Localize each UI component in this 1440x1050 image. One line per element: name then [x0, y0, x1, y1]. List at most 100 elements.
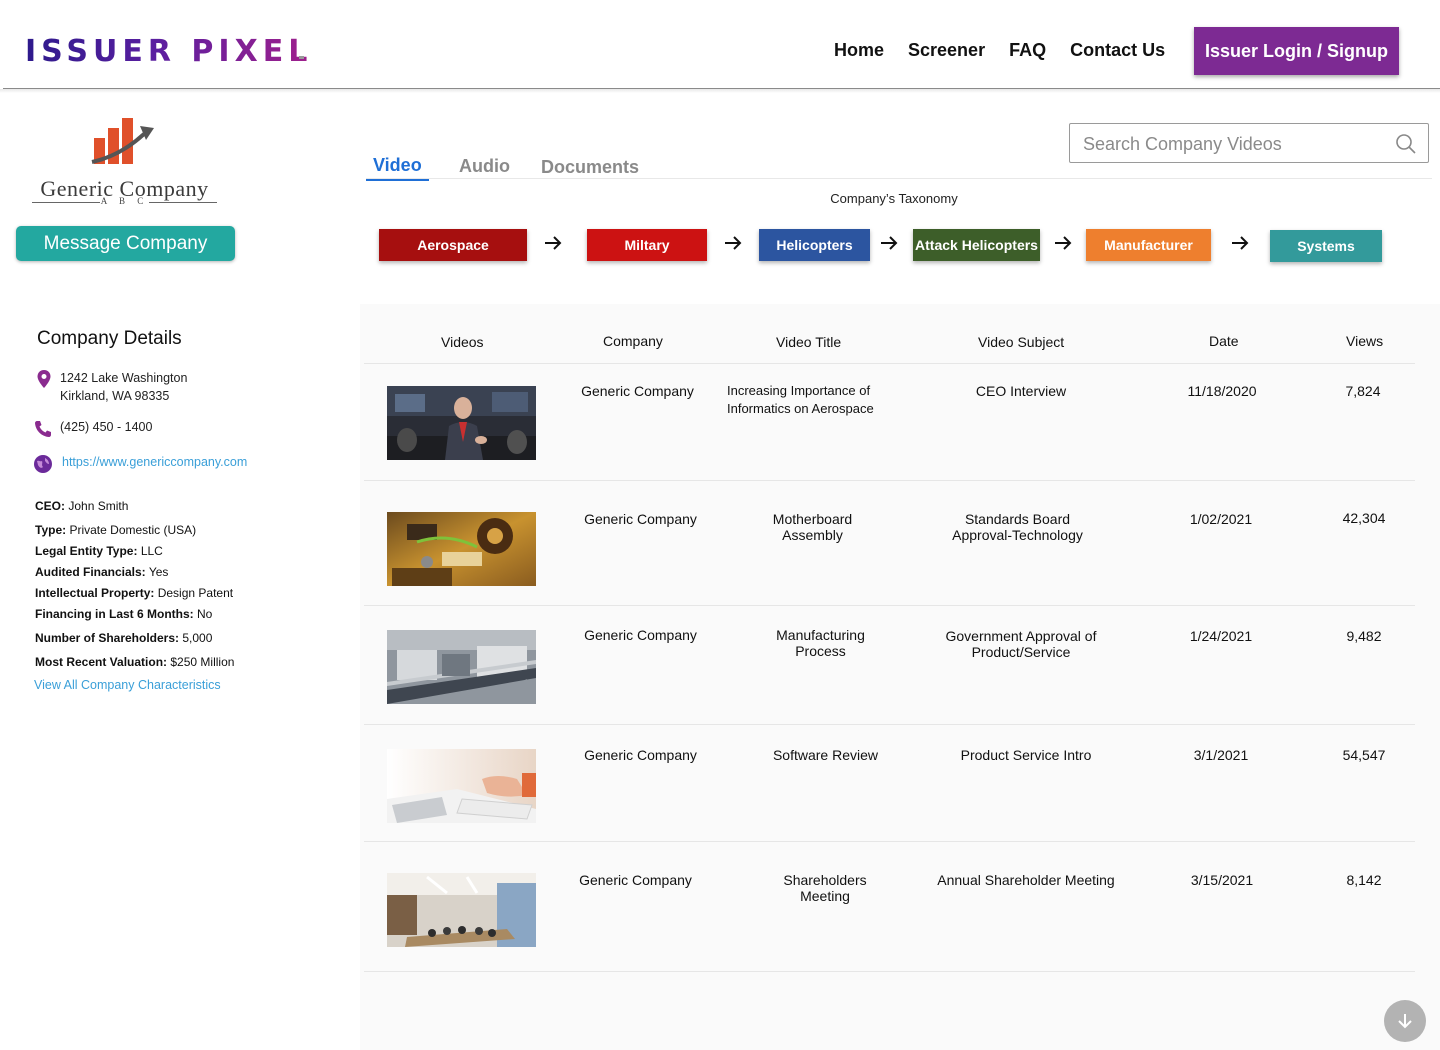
- videos-table: Videos Company Video Title Video Subject…: [360, 304, 1440, 1050]
- taxonomy-systems[interactable]: Systems: [1270, 230, 1382, 262]
- detail-key: Type:: [35, 523, 67, 537]
- detail-audited: Audited Financials: Yes: [35, 565, 168, 579]
- row-company: Generic Company: [579, 872, 692, 888]
- issuer-login-button[interactable]: Issuer Login / Signup: [1194, 27, 1399, 75]
- taxonomy-aerospace[interactable]: Aerospace: [379, 229, 527, 261]
- row-title[interactable]: Motherboard Assembly: [750, 511, 875, 543]
- row-divider: [364, 971, 1415, 972]
- detail-ceo: CEO: John Smith: [35, 499, 128, 513]
- row-company: Generic Company: [581, 383, 694, 399]
- taxonomy-military[interactable]: Miltary: [587, 229, 707, 261]
- col-header-title: Video Title: [776, 334, 842, 350]
- row-title[interactable]: Increasing Importance of Informatics on …: [727, 382, 897, 418]
- detail-value: Private Domestic (USA): [69, 523, 197, 537]
- arrow-right-icon: [881, 236, 898, 250]
- search-box: [1069, 123, 1429, 163]
- row-title[interactable]: Manufacturing Process: [758, 627, 883, 659]
- row-divider: [364, 841, 1415, 842]
- row-subject: CEO Interview: [975, 383, 1067, 399]
- company-details-title: Company Details: [37, 328, 182, 349]
- tabs-divider: [366, 178, 1432, 179]
- row-company: Generic Company: [584, 747, 697, 763]
- header-divider: [364, 363, 1415, 364]
- detail-value: John Smith: [68, 499, 129, 513]
- detail-key: Audited Financials:: [35, 565, 146, 579]
- row-views: 8,142: [1346, 872, 1382, 888]
- address-line2: Kirkland, WA 98335: [60, 389, 170, 403]
- search-input[interactable]: [1083, 132, 1383, 156]
- detail-ip: Intellectual Property: Design Patent: [35, 586, 233, 600]
- page: ISSUER PIXEL Home Screener FAQ Contact U…: [0, 0, 1440, 1050]
- nav-contact-link[interactable]: Contact Us: [1070, 40, 1165, 61]
- detail-key: Financing in Last 6 Months:: [35, 607, 194, 621]
- globe-icon: [34, 455, 52, 473]
- row-divider: [364, 724, 1415, 725]
- tab-audio[interactable]: Audio: [452, 156, 517, 179]
- nav-home-link[interactable]: Home: [834, 40, 884, 61]
- taxonomy-title: Company’s Taxonomy: [830, 191, 958, 206]
- video-thumbnail[interactable]: [387, 630, 536, 704]
- row-views: 54,547: [1342, 747, 1386, 763]
- row-company: Generic Company: [584, 511, 697, 527]
- detail-key: Most Recent Valuation:: [35, 655, 168, 669]
- taxonomy-manufacturer[interactable]: Manufacturer: [1086, 229, 1211, 261]
- nav-screener-link[interactable]: Screener: [908, 40, 985, 61]
- message-company-button[interactable]: Message Company: [16, 226, 235, 261]
- video-thumbnail[interactable]: [387, 512, 536, 586]
- row-date: 11/18/2020: [1187, 383, 1257, 399]
- main-nav: Home Screener FAQ Contact Us: [834, 40, 1165, 61]
- detail-value: Design Patent: [157, 586, 234, 600]
- taxonomy-attack-helicopters[interactable]: Attack Helicopters: [913, 229, 1040, 261]
- row-title[interactable]: Shareholders Meeting: [770, 872, 880, 904]
- row-divider: [364, 605, 1415, 606]
- detail-key: Intellectual Property:: [35, 586, 155, 600]
- arrow-right-icon: [1055, 236, 1072, 250]
- nav-faq-link[interactable]: FAQ: [1009, 40, 1046, 61]
- company-logo: Generic Company A B C: [22, 112, 227, 208]
- video-thumbnail[interactable]: [387, 386, 536, 460]
- detail-legal-entity: Legal Entity Type: LLC: [35, 544, 163, 558]
- video-thumbnail[interactable]: [387, 749, 536, 823]
- taxonomy-helicopters[interactable]: Helicopters: [759, 229, 870, 261]
- detail-type: Type: Private Domestic (USA): [35, 523, 196, 537]
- top-header: ISSUER PIXEL Home Screener FAQ Contact U…: [0, 0, 1440, 93]
- scroll-down-button[interactable]: [1384, 1000, 1426, 1042]
- bar-chart-logo-icon: [91, 118, 154, 164]
- detail-value: 5,000: [182, 631, 213, 645]
- view-all-characteristics-link[interactable]: View All Company Characteristics: [34, 678, 221, 692]
- col-header-date: Date: [1209, 333, 1239, 349]
- detail-key: Number of Shareholders:: [35, 631, 180, 645]
- header-shadow: [0, 89, 1440, 93]
- row-subject: Government Approval of Product/Service: [945, 628, 1097, 660]
- location-pin-icon: [37, 370, 51, 388]
- col-header-views: Views: [1346, 333, 1384, 349]
- row-subject: Standards Board Approval-Technology: [952, 511, 1083, 543]
- row-title[interactable]: Software Review: [763, 747, 888, 763]
- detail-key: Legal Entity Type:: [35, 544, 138, 558]
- row-views: 9,482: [1346, 628, 1382, 644]
- arrow-down-icon: [1398, 1014, 1412, 1029]
- site-logo[interactable]: ISSUER PIXEL: [25, 34, 312, 69]
- detail-key: CEO:: [35, 499, 65, 513]
- website-link[interactable]: https://www.genericcompany.com: [62, 455, 247, 469]
- search-icon[interactable]: [1395, 133, 1417, 155]
- address-line1: 1242 Lake Washington: [60, 371, 188, 385]
- row-views: 42,304: [1342, 510, 1386, 526]
- arrow-right-icon: [1232, 236, 1249, 250]
- row-date: 1/02/2021: [1189, 511, 1253, 527]
- tab-documents[interactable]: Documents: [534, 157, 646, 180]
- video-thumbnail[interactable]: [387, 873, 536, 947]
- row-divider: [364, 480, 1415, 481]
- detail-shareholders: Number of Shareholders: 5,000: [35, 631, 212, 645]
- logo-tm-mark: [299, 56, 304, 59]
- row-subject: Annual Shareholder Meeting: [937, 872, 1115, 888]
- arrow-right-icon: [545, 236, 562, 250]
- phone-icon: [35, 421, 51, 437]
- phone-number: (425) 450 - 1400: [60, 420, 153, 434]
- row-date: 3/15/2021: [1190, 872, 1254, 888]
- detail-value: LLC: [140, 544, 163, 558]
- arrow-right-icon: [725, 236, 742, 250]
- detail-valuation: Most Recent Valuation: $250 Million: [35, 655, 234, 669]
- company-name-sub: A B C: [22, 196, 227, 206]
- row-views: 7,824: [1345, 383, 1381, 399]
